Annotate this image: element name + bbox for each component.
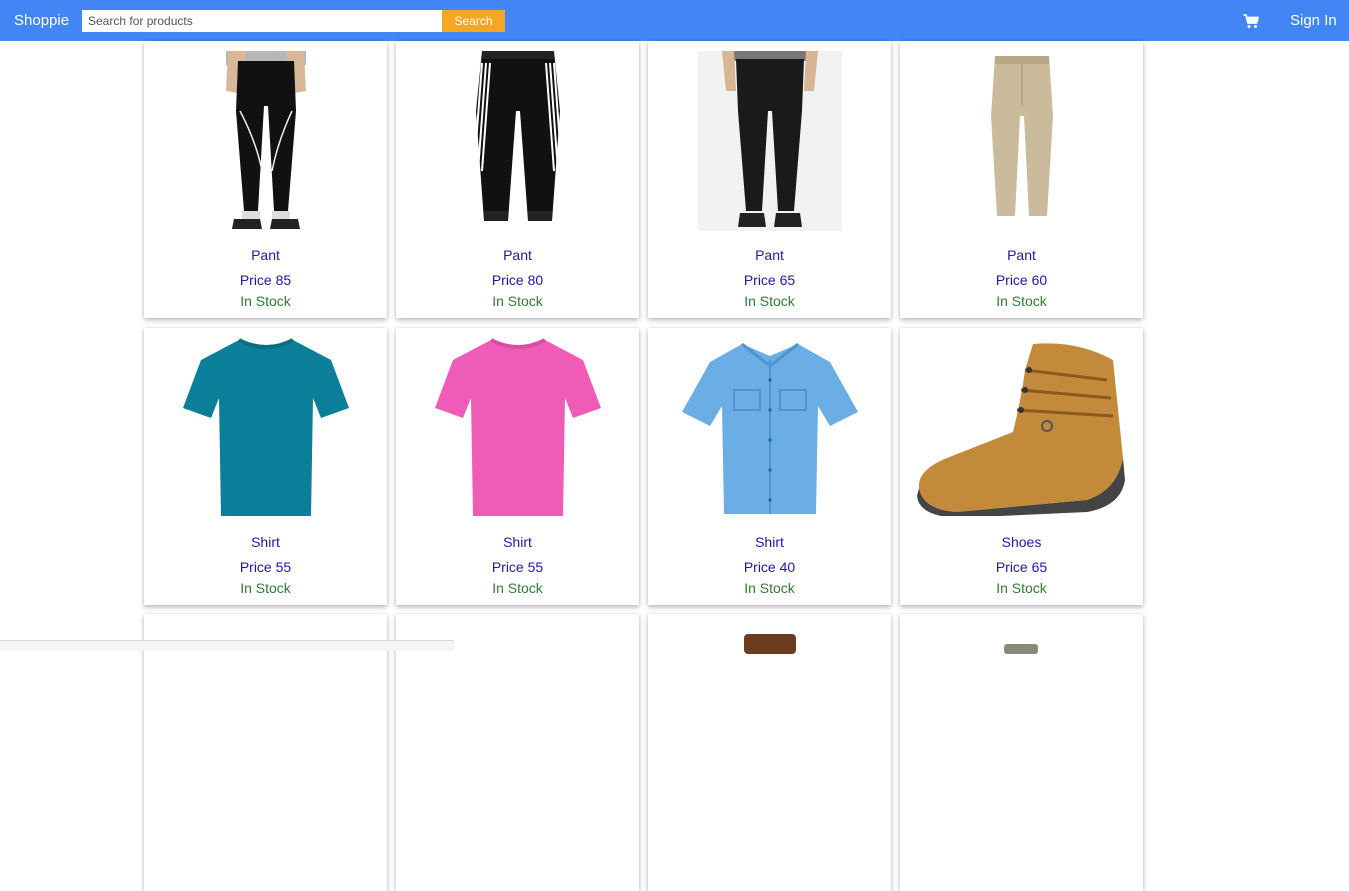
brand-logo[interactable]: Shoppie	[14, 12, 69, 29]
partial-product-image	[744, 634, 796, 654]
product-card[interactable]: Shirt Price 55 In Stock	[396, 328, 639, 605]
sign-in-link[interactable]: Sign In	[1290, 12, 1337, 29]
product-name[interactable]: Shirt	[144, 534, 387, 550]
product-image[interactable]	[900, 41, 1143, 241]
stock-status: In Stock	[492, 293, 543, 309]
search-input[interactable]	[82, 10, 442, 32]
product-name[interactable]: Pant	[396, 247, 639, 263]
product-image[interactable]	[396, 328, 639, 528]
product-image[interactable]	[396, 41, 639, 241]
product-card[interactable]: Shirt Price 55 In Stock	[144, 328, 387, 605]
product-image[interactable]	[648, 328, 891, 528]
light-blue-button-up-shirt-image	[681, 342, 858, 514]
pink-t-shirt-image	[434, 338, 601, 516]
product-name[interactable]: Pant	[144, 247, 387, 263]
product-price: Price 55	[239, 559, 292, 575]
black-slim-trousers-image	[697, 51, 842, 231]
stock-status: In Stock	[744, 580, 795, 596]
product-card-partial[interactable]	[396, 614, 639, 891]
product-card[interactable]: Pant Price 85 In Stock	[144, 41, 387, 318]
jogger-pants-on-model-image	[225, 51, 306, 229]
search-button[interactable]: Search	[442, 10, 505, 32]
product-price: Price 65	[743, 272, 796, 288]
partial-product-image	[1004, 644, 1038, 654]
product-card[interactable]: Pant Price 65 In Stock	[648, 41, 891, 318]
product-image[interactable]	[648, 41, 891, 241]
product-name[interactable]: Shirt	[396, 534, 639, 550]
product-price: Price 55	[491, 559, 544, 575]
product-card[interactable]: Pant Price 80 In Stock	[396, 41, 639, 318]
product-card[interactable]: Shirt Price 40 In Stock	[648, 328, 891, 605]
product-name[interactable]: Pant	[648, 247, 891, 263]
stock-status: In Stock	[492, 580, 543, 596]
product-name[interactable]: Shoes	[900, 534, 1143, 550]
product-price: Price 80	[491, 272, 544, 288]
product-price: Price 60	[995, 272, 1048, 288]
stock-status: In Stock	[744, 293, 795, 309]
product-image[interactable]	[900, 328, 1143, 528]
stock-status: In Stock	[240, 580, 291, 596]
teal-t-shirt-image	[182, 338, 349, 516]
khaki-chino-pants-image	[990, 56, 1053, 216]
product-card[interactable]: Shoes Price 65 In Stock	[900, 328, 1143, 605]
product-card[interactable]: Pant Price 60 In Stock	[900, 41, 1143, 318]
product-card-partial[interactable]	[900, 614, 1143, 891]
product-name[interactable]: Pant	[900, 247, 1143, 263]
product-price: Price 40	[743, 559, 796, 575]
black-track-pants-image	[472, 51, 563, 221]
shopping-cart-icon[interactable]	[1243, 13, 1259, 29]
product-name[interactable]: Shirt	[648, 534, 891, 550]
stock-status: In Stock	[996, 293, 1047, 309]
stock-status: In Stock	[240, 293, 291, 309]
product-image[interactable]	[144, 41, 387, 241]
product-image[interactable]	[144, 328, 387, 528]
horizontal-scrollbar[interactable]	[0, 640, 454, 651]
product-card-partial[interactable]	[144, 614, 387, 891]
tan-leather-boot-image	[916, 343, 1125, 516]
top-navbar: Shoppie Search Sign In	[0, 0, 1349, 41]
stock-status: In Stock	[996, 580, 1047, 596]
product-price: Price 65	[995, 559, 1048, 575]
product-price: Price 85	[239, 272, 292, 288]
product-card-partial[interactable]	[648, 614, 891, 891]
